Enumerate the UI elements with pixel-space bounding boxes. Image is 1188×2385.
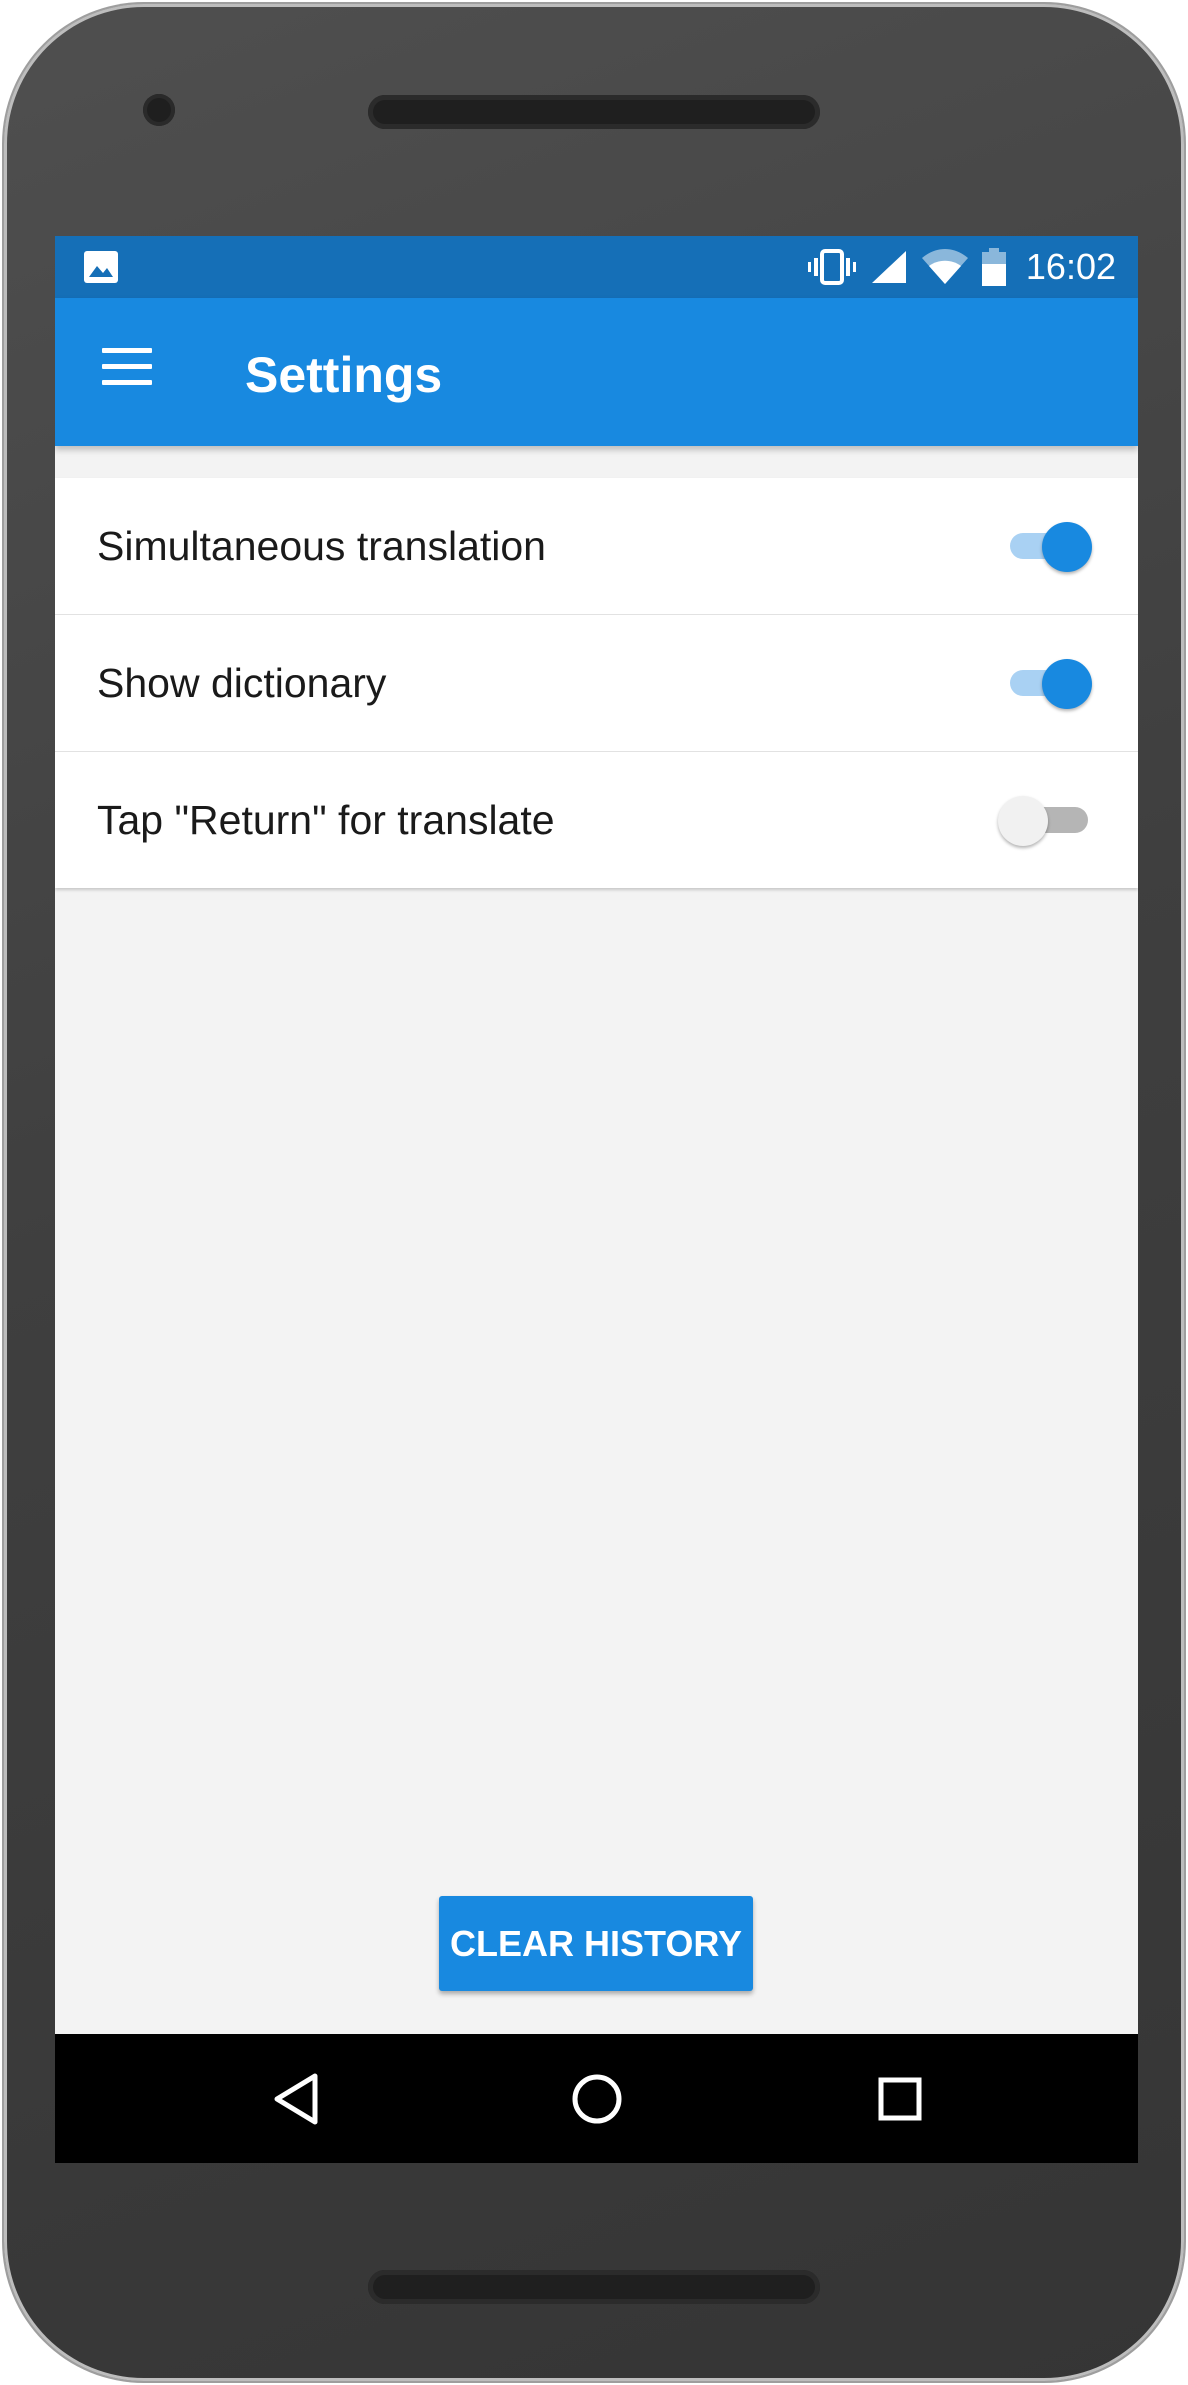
recents-icon bbox=[878, 2077, 922, 2120]
setting-label: Tap "Return" for translate bbox=[97, 797, 555, 843]
signal-icon bbox=[871, 251, 906, 283]
settings-list: Simultaneous translation Show dictionary… bbox=[55, 478, 1138, 888]
clear-history-button[interactable]: CLEAR HISTORY bbox=[439, 1896, 753, 1991]
top-speaker bbox=[368, 95, 820, 129]
home-button[interactable] bbox=[537, 2034, 657, 2163]
wifi-icon bbox=[921, 249, 968, 284]
switch-thumb bbox=[1042, 659, 1092, 709]
front-camera bbox=[143, 94, 175, 126]
simultaneous-translation-toggle[interactable] bbox=[1010, 522, 1092, 572]
screen: 16:02 Settings Simultaneous translation … bbox=[55, 236, 1138, 2163]
navigation-bar bbox=[55, 2034, 1138, 2163]
setting-row-tap-return[interactable]: Tap "Return" for translate bbox=[55, 752, 1138, 888]
tap-return-toggle[interactable] bbox=[998, 796, 1088, 846]
vibrate-icon bbox=[807, 249, 856, 285]
switch-thumb bbox=[998, 796, 1048, 846]
switch-thumb bbox=[1042, 522, 1092, 572]
recents-button[interactable] bbox=[840, 2034, 960, 2163]
menu-icon[interactable] bbox=[102, 348, 152, 394]
bottom-speaker bbox=[368, 2270, 820, 2304]
phone-frame: 16:02 Settings Simultaneous translation … bbox=[4, 4, 1184, 2381]
back-icon bbox=[274, 2073, 318, 2124]
show-dictionary-toggle[interactable] bbox=[1010, 659, 1092, 709]
setting-row-simultaneous-translation[interactable]: Simultaneous translation bbox=[55, 478, 1138, 615]
status-icons: 16:02 bbox=[807, 236, 1116, 298]
status-bar: 16:02 bbox=[55, 236, 1138, 298]
setting-label: Simultaneous translation bbox=[97, 523, 546, 569]
back-button[interactable] bbox=[236, 2034, 356, 2163]
page-title: Settings bbox=[245, 347, 443, 403]
clock: 16:02 bbox=[1025, 246, 1116, 287]
setting-row-show-dictionary[interactable]: Show dictionary bbox=[55, 615, 1138, 752]
battery-icon bbox=[981, 248, 1006, 286]
home-icon bbox=[572, 2074, 622, 2123]
image-icon bbox=[84, 251, 118, 283]
app-bar: Settings bbox=[55, 298, 1138, 446]
setting-label: Show dictionary bbox=[97, 660, 387, 706]
